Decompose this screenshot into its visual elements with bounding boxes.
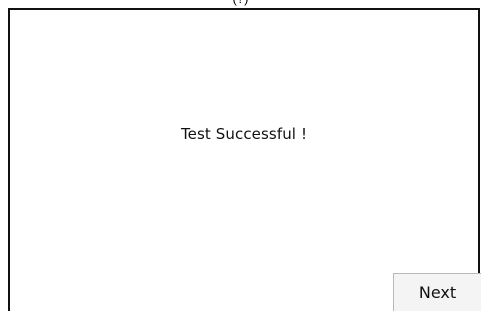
content-panel: Test Successful ! bbox=[8, 8, 480, 311]
success-message: Test Successful ! bbox=[180, 125, 308, 143]
next-button[interactable]: Next bbox=[393, 273, 481, 311]
window-title-fragment: (?) bbox=[0, 0, 481, 8]
window-title-text: (?) bbox=[0, 0, 481, 6]
